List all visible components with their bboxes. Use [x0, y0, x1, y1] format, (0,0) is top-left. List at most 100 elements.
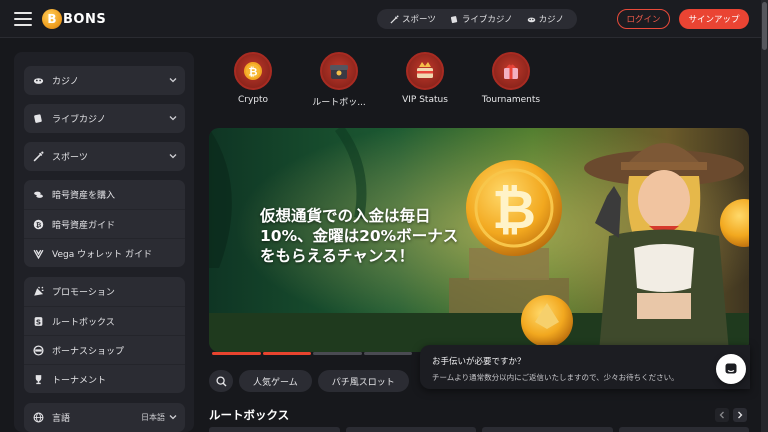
login-button[interactable]: ログイン	[617, 9, 670, 29]
category-tournaments[interactable]: Tournaments	[468, 52, 554, 108]
sidebar-group-language: 言語 日本語	[24, 403, 185, 432]
svg-text:₿: ₿	[35, 221, 41, 229]
sidebar-item-buy-crypto[interactable]: 暗号資産を購入	[24, 180, 185, 209]
live-casino-icon	[32, 113, 44, 125]
help-popup[interactable]: お手伝いが必要ですか？ チームより通常数分以内にご返信いたしますので、少々お待ち…	[420, 345, 750, 389]
casino-icon	[527, 17, 535, 22]
sidebar-item-lootbox[interactable]: S ルートボックス	[24, 306, 185, 335]
banner-line-3: をもらえるチャンス！	[260, 247, 415, 265]
lootbox-cards-row	[209, 427, 749, 432]
next-button[interactable]	[733, 408, 747, 422]
chevron-down-icon	[169, 78, 177, 83]
lootbox-card[interactable]	[345, 427, 476, 432]
live-casino-icon	[450, 15, 458, 23]
sidebar-item-label: ボーナスショップ	[52, 346, 125, 357]
slide-progress[interactable]	[363, 352, 412, 355]
slide-progress[interactable]	[313, 352, 362, 355]
sports-icon	[390, 14, 399, 24]
logo-coin-icon: B	[42, 9, 62, 29]
chevron-down-icon	[169, 415, 177, 420]
game-filters: 人気ゲーム パチ風スロット	[209, 370, 409, 392]
sidebar-item-promotions[interactable]: プロモーション	[24, 277, 185, 306]
category-lootbox[interactable]: ルートボッ...	[296, 52, 382, 108]
sidebar-item-live-casino[interactable]: ライブカジノ	[24, 104, 185, 133]
section-nav	[715, 408, 747, 422]
promotion-icon	[32, 286, 44, 298]
casino-icon	[32, 75, 44, 87]
sidebar-item-bonus-shop[interactable]: ボーナスショップ	[24, 335, 185, 364]
sidebar-item-label: プロモーション	[52, 288, 115, 298]
language-label: 言語	[52, 414, 71, 424]
brand-logo[interactable]: B BONS	[42, 9, 106, 29]
category-label: Crypto	[237, 95, 269, 105]
sidebar-item-tournaments[interactable]: トーナメント	[24, 364, 185, 393]
promo-banner[interactable]: ₿ 仮想通貨での入金は毎日 10%、金曜は20%ボーナス をもらえるチャンス！	[209, 128, 749, 352]
sidebar-item-language[interactable]: 言語 日本語	[24, 403, 185, 432]
tournaments-icon	[492, 52, 530, 90]
crypto-icon: ₿	[234, 52, 272, 90]
chevron-down-icon	[169, 116, 177, 121]
signup-button[interactable]: サインアップ	[679, 9, 749, 29]
lootbox-card[interactable]	[209, 427, 340, 432]
top-header: B BONS スポーツ ライブカジノ カジノ ログイン サインアップ	[0, 0, 768, 38]
search-button[interactable]	[209, 370, 233, 392]
banner-slide-indicator[interactable]	[212, 352, 412, 355]
banner-headline: 仮想通貨での入金は毎日 10%、金曜は20%ボーナス をもらえるチャンス！	[260, 206, 520, 266]
chat-button[interactable]	[716, 354, 746, 384]
sidebar-item-label: トーナメント	[52, 375, 107, 386]
category-label: VIP Status	[402, 95, 448, 105]
sidebar-group-promo: プロモーション S ルートボックス ボーナスショップ トーナメント	[24, 277, 185, 393]
sidebar-group-live-casino: ライブカジノ	[24, 104, 185, 133]
sidebar-group-crypto: 暗号資産を購入 ₿ 暗号資産ガイド Vega ウォレット ガイド	[24, 180, 185, 267]
sidebar-item-casino[interactable]: カジノ	[24, 66, 185, 95]
sidebar-group-sports: スポーツ	[24, 142, 185, 171]
lootbox-card[interactable]	[618, 427, 749, 432]
lootbox-icon	[320, 52, 358, 90]
search-icon	[215, 375, 226, 386]
topnav-live-casino[interactable]: ライブカジノ	[450, 13, 513, 25]
category-crypto[interactable]: ₿ Crypto	[210, 52, 296, 108]
sports-icon	[32, 151, 44, 163]
sidebar-item-sports[interactable]: スポーツ	[24, 142, 185, 171]
sidebar-item-label: カジノ	[52, 77, 79, 87]
sidebar-item-label: スポーツ	[52, 153, 88, 163]
category-label: ルートボッ...	[312, 98, 366, 108]
sidebar-item-label: 暗号資産ガイド	[52, 220, 116, 231]
sidebar-item-label: ライブカジノ	[52, 115, 106, 125]
lootbox-icon: S	[32, 315, 44, 327]
filter-chip-popular[interactable]: 人気ゲーム	[239, 370, 312, 392]
bonus-shop-icon	[32, 344, 44, 356]
svg-text:₿: ₿	[249, 66, 258, 79]
prev-button[interactable]	[715, 408, 729, 422]
topnav-casino[interactable]: カジノ	[527, 13, 564, 25]
menu-icon[interactable]	[14, 12, 32, 26]
topnav-casino-label: カジノ	[538, 15, 564, 25]
sidebar-item-label: 暗号資産を購入	[52, 191, 116, 201]
sidebar-item-label: Vega ウォレット ガイド	[52, 249, 152, 260]
topnav-live-casino-label: ライブカジノ	[461, 15, 513, 25]
chevron-down-icon	[169, 154, 177, 159]
banner-line-1: 仮想通貨での入金は毎日	[260, 207, 431, 225]
help-body: チームより通常数分以内にご返信いたしますので、少々お待ちください。	[432, 373, 679, 382]
bitcoin-icon: ₿	[32, 218, 44, 230]
sidebar-group-casino: カジノ	[24, 66, 185, 95]
topnav-sports-label: スポーツ	[401, 15, 436, 25]
chevron-left-icon	[719, 411, 724, 419]
sidebar-item-crypto-guide[interactable]: ₿ 暗号資産ガイド	[24, 209, 185, 238]
category-shortcuts: ₿ Crypto ルートボッ... VIP Status Tournaments	[210, 52, 554, 108]
language-value: 日本語	[141, 413, 165, 422]
page-scrollbar-track[interactable]	[761, 0, 768, 432]
vip-icon	[406, 52, 444, 90]
slide-progress[interactable]	[262, 352, 311, 355]
chat-icon	[725, 363, 737, 374]
lootbox-card[interactable]	[482, 427, 613, 432]
svg-text:S: S	[35, 317, 40, 326]
topnav-sports[interactable]: スポーツ	[390, 13, 436, 25]
category-vip[interactable]: VIP Status	[382, 52, 468, 108]
sidebar-item-wallet-guide[interactable]: Vega ウォレット ガイド	[24, 238, 185, 267]
filter-chip-pachi-slots[interactable]: パチ風スロット	[317, 370, 409, 392]
sidebar: カジノ ライブカジノ スポーツ 暗号資産を購入 ₿ 暗号資産ガイド Vega ウ…	[14, 52, 194, 432]
slide-progress[interactable]	[212, 352, 261, 355]
sidebar-item-label: ルートボックス	[52, 317, 115, 328]
page-scrollbar-thumb[interactable]	[762, 2, 767, 50]
